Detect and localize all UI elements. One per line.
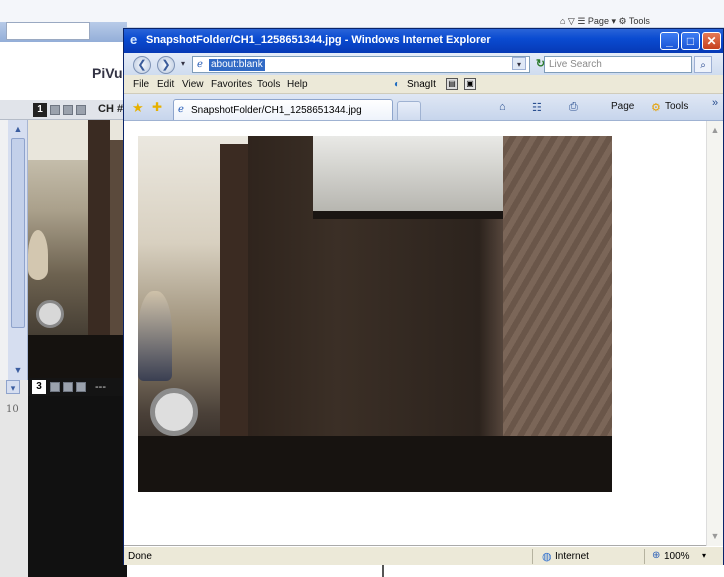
window-sill — [313, 211, 503, 219]
new-tab-button[interactable] — [397, 101, 421, 120]
scroll-down-icon[interactable]: ▼ — [11, 363, 25, 377]
address-dropdown-button[interactable]: ▾ — [512, 57, 526, 70]
record-icon[interactable] — [76, 105, 86, 115]
curtain — [503, 136, 612, 456]
menu-edit[interactable]: Edit — [157, 79, 174, 90]
favorites-star-icon[interactable]: ★ — [132, 100, 144, 116]
globe-icon: ◍ — [542, 551, 552, 563]
status-bar: Done ◍ Internet ⊕ 100% ▾ — [124, 546, 723, 565]
page-icon: ℯ — [197, 59, 203, 70]
person-figure — [28, 230, 48, 280]
address-input[interactable]: ℯ about:blank — [192, 56, 530, 73]
tab-bar: ★ ✚ ℯ SnapshotFolder/CH1_1258651344.jpg … — [124, 94, 723, 121]
door-frame — [88, 120, 110, 360]
dark-floor — [28, 335, 127, 378]
zoom-level[interactable]: 100% — [664, 551, 690, 562]
channel-3-toolbar: 3 — [28, 378, 127, 396]
tab-snapshot[interactable]: ℯ SnapshotFolder/CH1_1258651344.jpg — [173, 99, 393, 120]
channel-number: 3 — [32, 380, 46, 394]
search-input[interactable]: Live Search — [544, 56, 692, 73]
title-bar[interactable]: e SnapshotFolder/CH1_1258651344.jpg - Wi… — [124, 29, 723, 53]
tools-gear-icon[interactable]: ⚙ — [651, 101, 661, 114]
menu-view[interactable]: View — [182, 79, 204, 90]
search-placeholder: Live Search — [549, 59, 602, 70]
side-number: 10 — [6, 404, 19, 415]
menu-tools[interactable]: Tools — [257, 79, 280, 90]
snagit-button[interactable]: SnagIt — [407, 79, 436, 90]
menu-favorites[interactable]: Favorites — [211, 79, 252, 90]
address-value[interactable]: about:blank — [209, 59, 265, 71]
snagit-print-icon[interactable]: ▣ — [464, 78, 476, 90]
channel-3-label: --- — [95, 381, 106, 393]
minimize-button[interactable]: _ — [660, 32, 679, 50]
background-app-title: PiVu — [92, 65, 123, 81]
tools-menu[interactable]: Tools — [665, 101, 688, 112]
scroll-thumb[interactable] — [11, 138, 25, 328]
audio-icon[interactable] — [63, 105, 73, 115]
audio-icon[interactable] — [63, 382, 73, 392]
history-dropdown-icon[interactable]: ▾ — [181, 59, 185, 68]
back-button[interactable]: ❮ — [133, 56, 151, 74]
channel-number: 1 — [33, 103, 47, 117]
close-button[interactable]: ✕ — [702, 32, 721, 50]
toolbar-overflow-icon[interactable]: » — [712, 97, 718, 109]
home-icon[interactable]: ⌂ — [499, 101, 506, 113]
forward-button[interactable]: ❯ — [157, 56, 175, 74]
status-text: Done — [128, 551, 152, 562]
snapshot-image — [138, 136, 612, 492]
channel-1-video[interactable] — [28, 120, 127, 378]
vertical-scrollbar[interactable]: ▲ ▼ — [706, 121, 723, 546]
window-title: SnapshotFolder/CH1_1258651344.jpg - Wind… — [146, 34, 491, 46]
page-icon: ℯ — [178, 104, 184, 115]
channel-list-scrollbar[interactable]: ▲ ▼ — [8, 120, 28, 380]
menu-file[interactable]: File — [133, 79, 149, 90]
security-zone: Internet — [555, 551, 589, 562]
zoom-dropdown-icon[interactable]: ▾ — [702, 551, 706, 560]
camera-icon[interactable] — [50, 105, 60, 115]
print-icon[interactable]: ⎙ — [569, 101, 578, 114]
menu-help[interactable]: Help — [287, 79, 308, 90]
tab-label: SnapshotFolder/CH1_1258651344.jpg — [191, 105, 362, 116]
ie-popup-window: e SnapshotFolder/CH1_1258651344.jpg - Wi… — [123, 28, 724, 565]
person-figure — [138, 291, 172, 381]
scroll-up-icon[interactable]: ▲ — [708, 123, 722, 137]
maximize-button[interactable]: □ — [681, 32, 700, 50]
background-address-input[interactable] — [6, 22, 90, 40]
zoom-icon[interactable]: ⊕ — [652, 550, 660, 561]
ie-logo-icon: e — [130, 32, 138, 47]
channel-label: CH # — [98, 103, 124, 115]
window-glass — [313, 136, 503, 211]
snagit-icon[interactable]: ◐ — [394, 79, 400, 90]
snagit-window-icon[interactable]: ▤ — [446, 78, 458, 90]
scroll-up-icon[interactable]: ▲ — [11, 122, 25, 136]
channel-3-video[interactable] — [28, 396, 127, 577]
background-divider — [382, 565, 384, 577]
fan-object — [36, 300, 64, 328]
door — [220, 144, 248, 474]
add-favorites-icon[interactable]: ✚ — [152, 100, 162, 114]
scroll-down-icon[interactable]: ▼ — [708, 529, 722, 543]
feeds-icon[interactable]: ☷ — [532, 101, 542, 114]
search-button[interactable]: ⌕ — [694, 56, 712, 73]
record-icon[interactable] — [76, 382, 86, 392]
camera-icon[interactable] — [50, 382, 60, 392]
menu-bar: File Edit View Favorites Tools Help ◐ Sn… — [124, 75, 723, 94]
dark-foreground — [138, 436, 612, 492]
status-divider — [644, 549, 645, 564]
fan-object — [150, 388, 198, 436]
status-divider — [532, 549, 533, 564]
page-menu[interactable]: Page — [611, 101, 634, 112]
expand-icon[interactable]: ▾ — [6, 380, 20, 394]
